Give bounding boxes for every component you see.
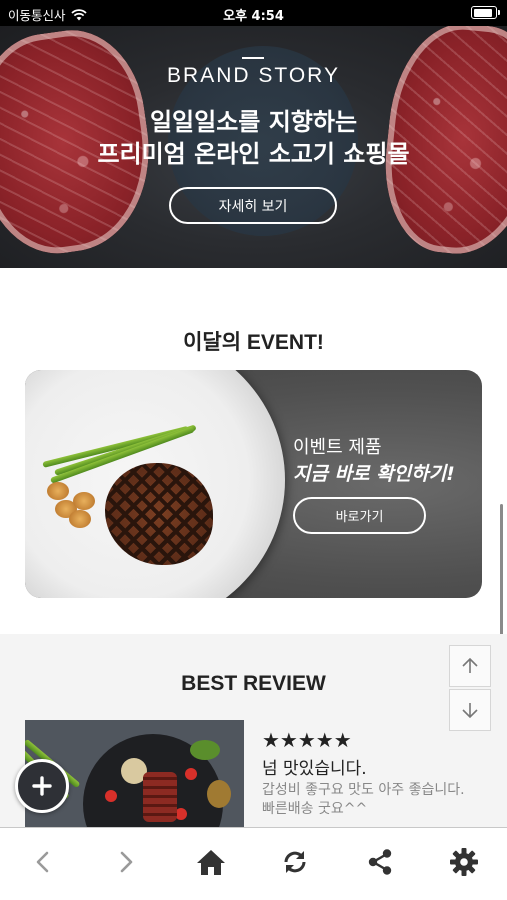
refresh-button[interactable] (275, 842, 315, 882)
garlic-image (73, 492, 95, 510)
brand-story-title: BRAND STORY (167, 64, 340, 87)
status-time: 오후 4:54 (223, 9, 284, 24)
forward-button[interactable] (106, 842, 146, 882)
share-icon (368, 849, 392, 875)
scrollbar[interactable] (500, 504, 503, 654)
go-to-event-button[interactable]: 바로가기 (293, 497, 426, 534)
back-button[interactable] (23, 842, 63, 882)
event-section-title: 이달의 EVENT! (183, 331, 324, 354)
tomato-image (105, 790, 117, 802)
tomato-image (185, 768, 197, 780)
scroll-to-top-button[interactable] (449, 645, 491, 687)
status-bar: 이동통신사 오후 4:54 (0, 0, 507, 26)
herb-garnish-image (190, 740, 220, 760)
review-headline: 넘 맛있습니다. (262, 759, 367, 779)
floating-menu-button[interactable] (15, 759, 69, 813)
brand-divider (242, 57, 264, 59)
view-details-button[interactable]: 자세히 보기 (169, 187, 337, 224)
grilled-vegetable-image (207, 780, 231, 808)
settings-button[interactable] (444, 842, 484, 882)
event-subtitle: 이벤트 제품 (293, 437, 382, 458)
hero-headline: 일일일소를 지향하는 프리미엄 온라인 소고기 쇼핑몰 (0, 106, 507, 170)
event-main-text: 지금 바로 확인하기! (293, 463, 455, 485)
brand-story-banner: BRAND STORY 일일일소를 지향하는 프리미엄 온라인 소고기 쇼핑몰 … (0, 26, 507, 268)
review-body: 갑성비 좋구요 맛도 아주 좋습니다. 빠른배송 굿요^^ (262, 782, 465, 817)
settings-icon (450, 848, 478, 876)
forward-icon (120, 851, 133, 873)
plus-icon (32, 776, 52, 796)
home-button[interactable] (191, 842, 231, 882)
review-section-title: BEST REVIEW (181, 672, 326, 695)
bottom-navigation (0, 827, 507, 900)
refresh-icon (284, 851, 306, 873)
share-button[interactable] (360, 842, 400, 882)
hero-headline-line2: 프리미엄 온라인 소고기 쇼핑몰 (97, 140, 410, 168)
sliced-steak-image (143, 772, 177, 822)
battery-icon (471, 6, 500, 19)
scroll-to-bottom-button[interactable] (449, 689, 491, 731)
review-rating-stars: ★★★★★ (262, 728, 352, 752)
home-icon (197, 850, 225, 875)
arrow-down-icon (462, 703, 478, 719)
back-icon (36, 851, 49, 873)
hero-headline-line1: 일일일소를 지향하는 (149, 108, 358, 136)
garlic-image (69, 510, 91, 528)
arrow-up-icon (462, 657, 478, 673)
garlic-image (47, 482, 69, 500)
